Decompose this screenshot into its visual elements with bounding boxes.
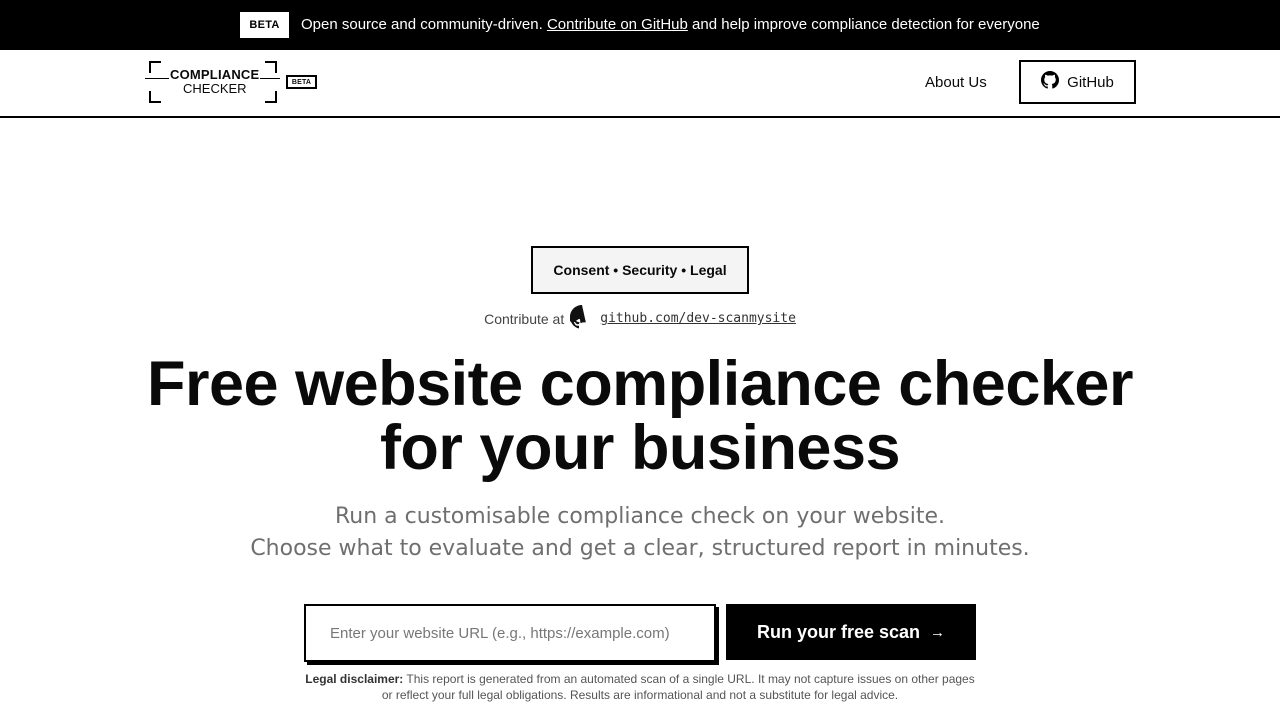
announcement-text-after: and help improve compliance detection fo… [692, 16, 1040, 33]
github-button-label: GitHub [1067, 73, 1114, 91]
logo-corner [265, 61, 277, 73]
contribute-prefix: Contribute at [484, 310, 565, 327]
nav-about-us-link[interactable]: About Us [925, 73, 987, 93]
run-scan-button-label: Run your free scan [756, 621, 921, 642]
github-button[interactable]: GitHub [1019, 60, 1136, 104]
logo-beta-badge: BETA [286, 75, 317, 89]
beta-badge: BETA [240, 12, 289, 38]
github-icon [568, 305, 594, 332]
legal-disclaimer-label: Legal disclaimer: [305, 672, 404, 686]
announcement-text: Open source and community-driven. Contri… [301, 15, 1040, 35]
contribute-github-link[interactable]: Contribute on GitHub [547, 16, 688, 33]
run-scan-button[interactable]: Run your free scan → [726, 604, 976, 660]
arrow-right-icon: → [930, 623, 946, 641]
page-title-line2: for your business [379, 413, 901, 483]
logo-corner [149, 91, 161, 103]
hero-subtitle: Run a customisable compliance check on y… [0, 501, 1280, 565]
logo-corner [265, 91, 277, 103]
website-url-input[interactable] [304, 604, 716, 662]
site-header: COMPLIANCE CHECKER BETA About Us GitHub [0, 50, 1280, 118]
page-title: Free website compliance checker for your… [0, 352, 1280, 480]
logo-line1: COMPLIANCE [169, 67, 261, 82]
github-repo-link[interactable]: github.com/dev-scanmysite [600, 311, 796, 326]
legal-disclaimer-text: This report is generated from an automat… [381, 672, 975, 702]
logo-corner [149, 61, 161, 73]
tagline-badge: Consent • Security • Legal [531, 246, 749, 294]
logo-line2: CHECKER [183, 81, 247, 96]
hero-subtitle-line1: Run a customisable compliance check on y… [334, 504, 946, 529]
github-icon [1041, 71, 1060, 93]
contribute-line: Contribute at github.com/dev-scanmysite [0, 305, 1280, 332]
legal-disclaimer: Legal disclaimer: This report is generat… [300, 671, 980, 703]
hero-subtitle-line2: Choose what to evaluate and get a clear,… [250, 536, 1030, 561]
announcement-text-before: Open source and community-driven. [301, 16, 543, 33]
announcement-bar: BETA Open source and community-driven. C… [0, 0, 1280, 50]
logo[interactable]: COMPLIANCE CHECKER BETA [145, 60, 320, 105]
page-title-line1: Free website compliance checker [147, 349, 1133, 419]
